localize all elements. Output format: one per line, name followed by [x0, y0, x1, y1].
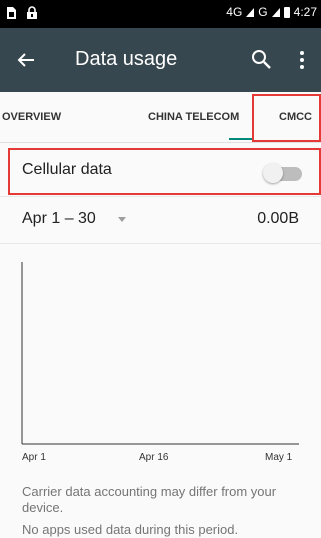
- status-icons-right: 4G G 4:27: [226, 5, 317, 19]
- status-icons-left: [6, 6, 38, 20]
- cycle-label: Apr 1 – 30: [22, 210, 96, 227]
- highlight-box-tab: [252, 94, 321, 142]
- tab-overview[interactable]: OVERVIEW: [2, 92, 61, 142]
- usage-value: 0.00B: [257, 210, 299, 227]
- x-tick-label: Apr 16: [139, 452, 169, 463]
- usage-chart: [21, 262, 299, 445]
- network-type-2: G: [258, 5, 268, 19]
- x-tick-label: May 1: [265, 452, 293, 463]
- back-arrow-icon[interactable]: [12, 46, 40, 74]
- network-type-1: 4G: [226, 5, 243, 19]
- carrier-note: Carrier data accounting may differ from …: [22, 484, 277, 515]
- tab-indicator: [229, 138, 253, 140]
- cycle-row[interactable]: Apr 1 – 30 0.00B: [0, 197, 321, 244]
- clock: 4:27: [293, 5, 317, 19]
- signal-strength-icon-2: [271, 7, 280, 17]
- search-icon[interactable]: [248, 46, 276, 74]
- battery-icon: [283, 6, 290, 18]
- more-vert-icon[interactable]: [292, 46, 312, 74]
- signal-strength-icon: [246, 7, 255, 17]
- tab-china-telecom[interactable]: CHINA TELECOM: [148, 92, 239, 142]
- empty-state-text: No apps used data during this period.: [22, 522, 239, 537]
- lock-icon: [27, 6, 37, 19]
- dropdown-caret-icon[interactable]: [118, 217, 126, 222]
- page-title: Data usage: [75, 48, 178, 70]
- highlight-box-row: [8, 148, 321, 195]
- sim-card-icon: [7, 7, 16, 19]
- app-bar: Data usage: [0, 28, 321, 92]
- x-tick-label: Apr 1: [22, 452, 46, 463]
- status-bar: 4G G 4:27: [0, 0, 321, 28]
